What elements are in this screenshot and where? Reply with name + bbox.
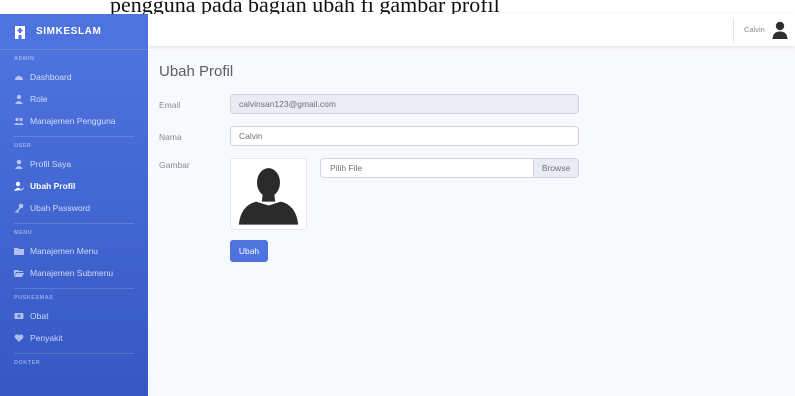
capsules-icon (14, 311, 24, 321)
sidebar-item-obat[interactable]: Obat (0, 305, 148, 327)
sidebar-item-label: Manajemen Pengguna (30, 116, 116, 126)
sidebar-item-ubah-password[interactable]: Ubah Password (0, 197, 148, 219)
section-heading-dokter: DOKTER (14, 360, 41, 366)
section-heading-admin: ADMIN (14, 56, 35, 62)
sidebar-item-label: Ubah Password (30, 203, 91, 213)
topbar-user-name[interactable]: Calvin (744, 25, 765, 34)
sidebar-item-label: Manajemen Submenu (30, 268, 114, 278)
sidebar-item-dashboard[interactable]: Dashboard (0, 66, 148, 88)
key-icon (14, 203, 24, 213)
topbar-divider (733, 18, 734, 42)
sidebar-divider (14, 288, 134, 289)
sidebar-item-label: Role (30, 94, 48, 104)
overlapping-caption-text: pengguna pada bagian ubah fi gambar prof… (0, 0, 795, 14)
sidebar-item-label: Manajemen Menu (30, 246, 99, 256)
sidebar-item-label: Penyakit (30, 333, 63, 343)
user-icon (14, 159, 24, 169)
file-input-placeholder: Pilih File (330, 163, 363, 173)
topbar: Calvin (148, 14, 795, 46)
email-field: calvinsan123@gmail.com (230, 94, 579, 114)
section-heading-user: USER (14, 143, 32, 149)
sidebar-divider (14, 353, 134, 354)
users-icon (14, 116, 24, 126)
folder-icon (14, 246, 24, 256)
sidebar-item-label: Profil Saya (30, 159, 72, 169)
name-field[interactable]: Calvin (230, 126, 579, 146)
sidebar-item-ubah-profil[interactable]: Ubah Profil (0, 175, 148, 197)
page-title: Ubah Profil (159, 63, 234, 80)
section-heading-puskesmas: PUSKESMAS (14, 295, 54, 301)
sidebar-item-manajemen-submenu[interactable]: Manajemen Submenu (0, 262, 148, 284)
sidebar-item-role[interactable]: Role (0, 88, 148, 110)
sidebar-item-penyakit[interactable]: Penyakit (0, 327, 148, 349)
folder-open-icon (14, 268, 24, 278)
sidebar: SIMKESLAM ADMIN Dashboard Role Manajemen… (0, 14, 148, 396)
user-tie-icon (14, 94, 24, 104)
brand-name: SIMKESLAM (36, 26, 102, 37)
sidebar-item-manajemen-pengguna[interactable]: Manajemen Pengguna (0, 110, 148, 132)
user-icon[interactable] (772, 21, 788, 39)
submit-button[interactable]: Ubah (230, 240, 268, 262)
file-input[interactable]: Pilih File Browse (320, 158, 579, 178)
heart-icon (14, 333, 24, 343)
tachometer-icon (14, 72, 24, 82)
name-label: Nama (159, 132, 182, 142)
sidebar-item-label: Ubah Profil (30, 181, 76, 191)
hospital-icon (14, 25, 26, 39)
sidebar-divider (14, 136, 134, 137)
browse-button[interactable]: Browse (533, 159, 578, 177)
sidebar-item-label: Dashboard (30, 72, 72, 82)
main-content: Ubah Profil Email calvinsan123@gmail.com… (148, 46, 795, 396)
profile-image-preview (230, 158, 307, 230)
user-edit-icon (14, 181, 24, 191)
sidebar-item-manajemen-menu[interactable]: Manajemen Menu (0, 240, 148, 262)
image-label: Gambar (159, 160, 190, 170)
sidebar-divider (14, 223, 134, 224)
sidebar-brand[interactable]: SIMKESLAM (0, 14, 148, 50)
sidebar-item-label: Obat (30, 311, 49, 321)
sidebar-item-profil-saya[interactable]: Profil Saya (0, 153, 148, 175)
section-heading-menu: MENU (14, 230, 33, 236)
person-silhouette-icon (238, 168, 299, 225)
email-label: Email (159, 100, 181, 110)
